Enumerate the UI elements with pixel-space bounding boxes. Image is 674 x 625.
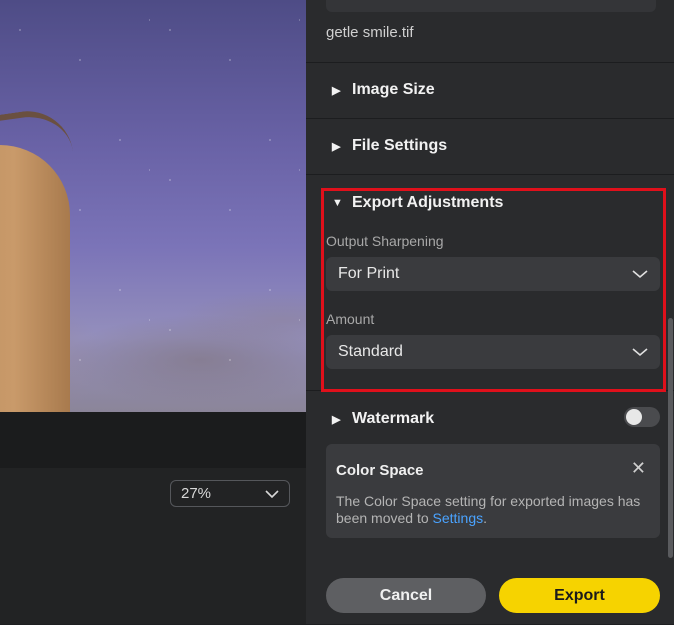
chevron-down-icon — [632, 270, 648, 279]
notice-title: Color Space — [336, 462, 424, 479]
output-sharpening-label: Output Sharpening — [326, 233, 444, 249]
panel-scrollbar[interactable] — [668, 318, 673, 558]
zoom-select[interactable]: 27% — [170, 480, 290, 507]
notice-text: The Color Space setting for exported ima… — [336, 493, 641, 526]
export-adjustments-header[interactable]: ▼ Export Adjustments — [332, 194, 503, 212]
close-icon[interactable]: ✕ — [631, 458, 646, 479]
output-sharpening-select[interactable]: For Print — [326, 257, 660, 291]
export-button[interactable]: Export — [499, 578, 660, 613]
caret-right-icon: ▶ — [332, 140, 341, 153]
amount-select[interactable]: Standard — [326, 335, 660, 369]
preview-toolbar — [0, 412, 306, 468]
notice-suffix: . — [483, 510, 487, 526]
filename-text: getle smile.tif — [326, 24, 414, 41]
settings-link[interactable]: Settings — [433, 510, 484, 526]
amount-label: Amount — [326, 311, 375, 327]
export-panel: getle smile.tif ▶ Image Size ▶ File Sett… — [306, 0, 674, 624]
caret-right-icon: ▶ — [332, 413, 341, 426]
section-title: Image Size — [352, 81, 435, 98]
cancel-button[interactable]: Cancel — [326, 578, 486, 613]
section-image-size[interactable]: ▶ Image Size — [306, 62, 674, 119]
section-export-adjustments: ▼ Export Adjustments Output Sharpening F… — [306, 174, 674, 391]
zoom-value: 27% — [181, 485, 212, 502]
section-title: File Settings — [352, 137, 448, 154]
amount-value: Standard — [338, 343, 403, 360]
section-file-settings[interactable]: ▶ File Settings — [306, 118, 674, 175]
preview-area: 27% — [0, 0, 306, 624]
filename-field[interactable] — [326, 0, 656, 12]
chevron-down-icon — [632, 348, 648, 357]
section-title: Export Adjustments — [352, 194, 504, 211]
caret-down-icon: ▼ — [332, 197, 343, 209]
shoulder-shape — [0, 145, 70, 412]
caret-right-icon: ▶ — [332, 84, 341, 97]
watermark-toggle[interactable] — [624, 407, 660, 427]
chevron-down-icon — [265, 489, 279, 498]
photo-preview — [0, 0, 306, 412]
toggle-knob — [626, 409, 642, 425]
output-sharpening-value: For Print — [338, 265, 400, 282]
color-space-notice: Color Space ✕ The Color Space setting fo… — [326, 444, 660, 538]
notice-body: The Color Space setting for exported ima… — [336, 493, 654, 527]
watermark-header[interactable]: ▶ Watermark — [332, 410, 434, 428]
section-title: Watermark — [352, 410, 435, 427]
